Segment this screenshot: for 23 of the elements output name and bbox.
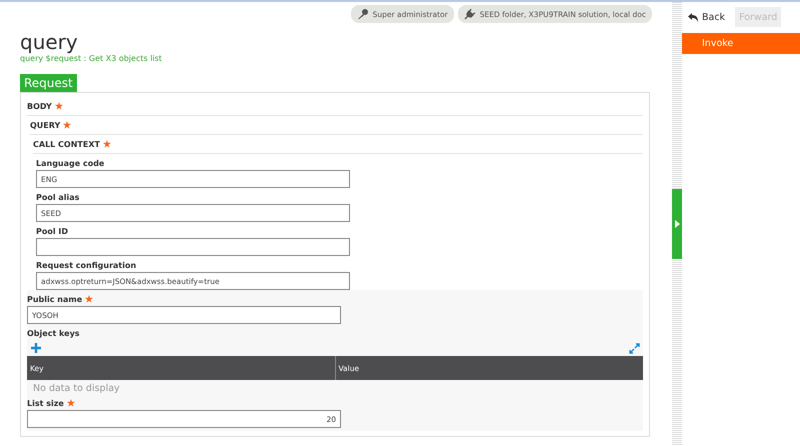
field-label: Language code bbox=[36, 158, 106, 170]
section-header[interactable]: BODY bbox=[27, 102, 52, 110]
page-subtitle: query $request : Get X3 objects list bbox=[20, 54, 163, 63]
key-icon bbox=[356, 8, 369, 20]
section-header[interactable]: QUERY bbox=[30, 120, 60, 130]
input-field[interactable] bbox=[36, 238, 350, 256]
plug-icon bbox=[464, 8, 476, 20]
splitter-handle[interactable] bbox=[672, 189, 682, 259]
field-label: Pool ID bbox=[36, 226, 69, 238]
page-title: query bbox=[20, 31, 79, 53]
add-icon[interactable] bbox=[31, 343, 41, 353]
panel-splitter[interactable] bbox=[672, 2, 682, 446]
field-label: Public name bbox=[27, 294, 82, 304]
field-label: Object keys bbox=[27, 328, 81, 340]
section-header[interactable]: CALL CONTEXT bbox=[33, 140, 100, 148]
back-arrow-icon bbox=[688, 12, 699, 22]
expand-icon[interactable] bbox=[629, 342, 640, 354]
expand-arrow-icon bbox=[674, 220, 680, 228]
field-label: Request configuration bbox=[36, 260, 138, 272]
back-button[interactable]: Back bbox=[684, 7, 730, 27]
field-label: List size bbox=[27, 398, 64, 408]
field-label: Pool alias bbox=[36, 192, 80, 204]
empty-message: No data to display bbox=[32, 382, 121, 394]
